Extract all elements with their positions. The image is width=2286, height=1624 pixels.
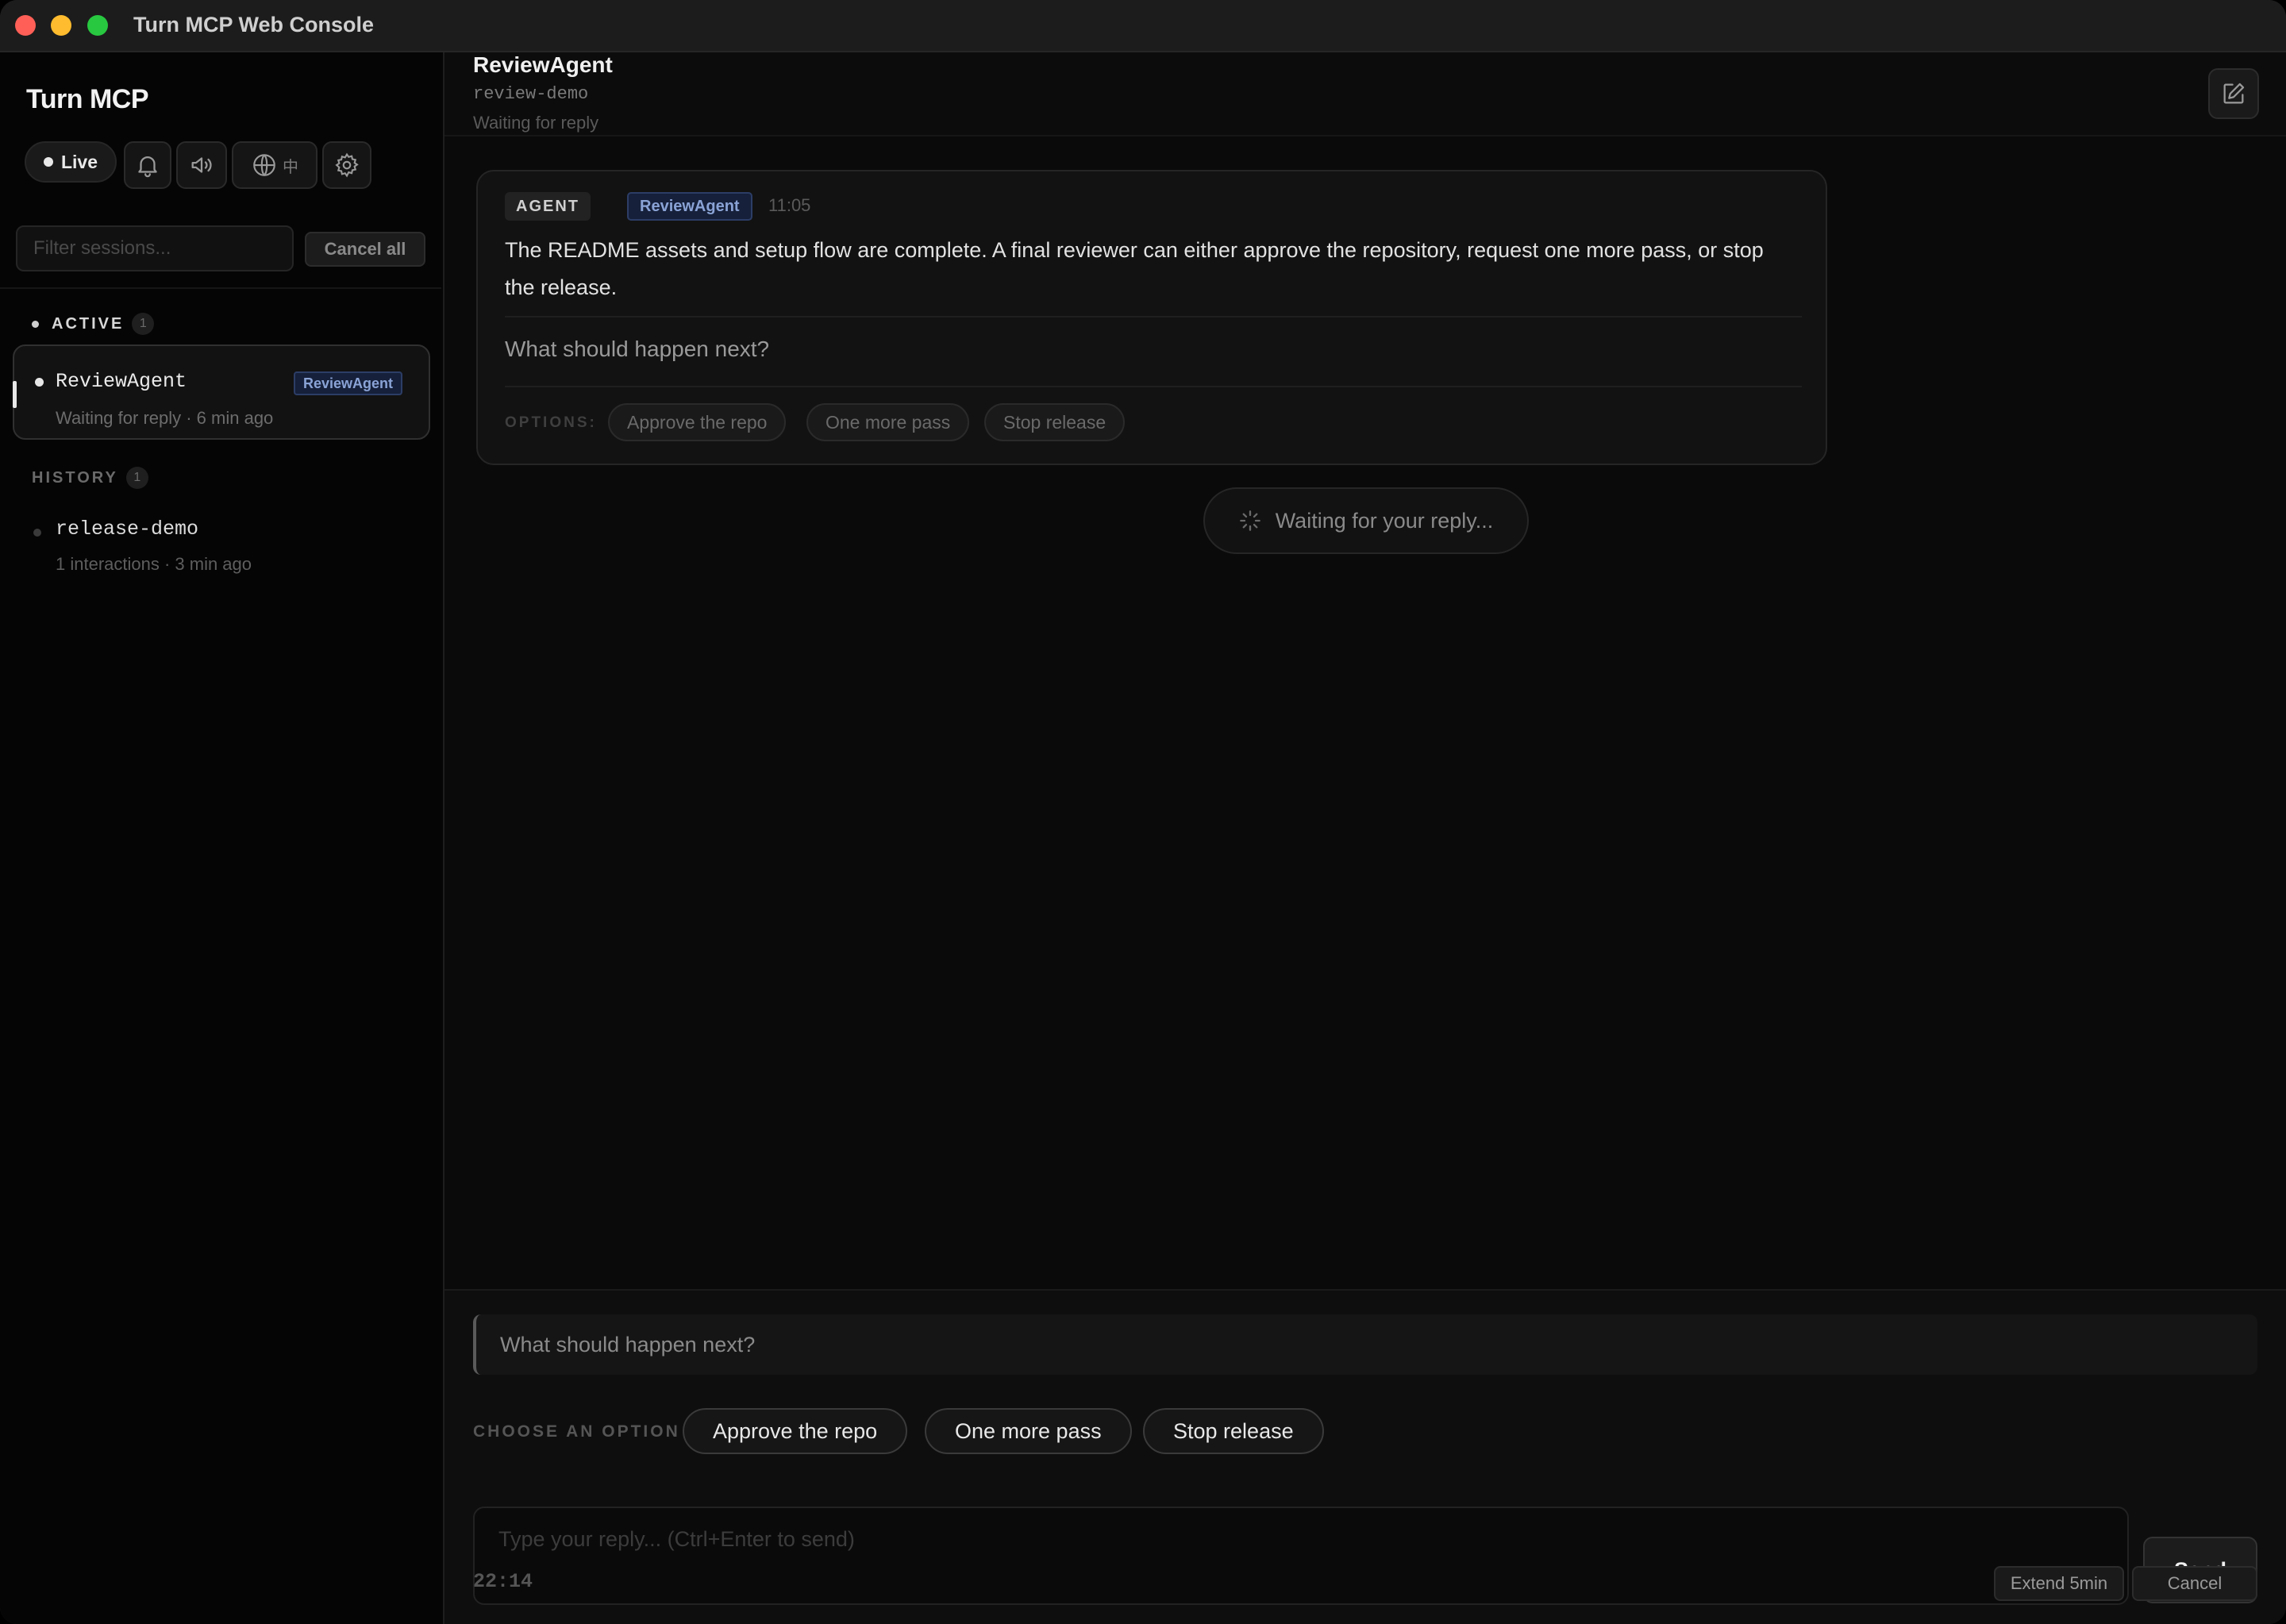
gear-icon xyxy=(335,152,359,178)
conversation-header: ReviewAgent review-demo Waiting for repl… xyxy=(444,52,2286,137)
main-panel: ReviewAgent review-demo Waiting for repl… xyxy=(444,52,2286,1624)
bell-icon xyxy=(138,156,157,178)
window-title: Turn MCP Web Console xyxy=(133,13,375,37)
reply-textarea[interactable] xyxy=(473,1507,2129,1605)
message-divider xyxy=(505,386,1802,387)
language-label: 中 xyxy=(283,158,298,176)
choice-one-more-pass-button[interactable]: One more pass xyxy=(925,1408,1132,1454)
message-divider xyxy=(505,316,1802,317)
history-section-header: HISTORY 1 xyxy=(32,467,148,489)
options-label: OPTIONS: xyxy=(505,414,597,431)
minimize-window-button[interactable] xyxy=(51,15,71,36)
filter-sessions-input[interactable] xyxy=(16,225,294,271)
live-status-label: Live xyxy=(60,151,98,172)
session-agent-tag: ReviewAgent xyxy=(294,371,403,395)
close-window-button[interactable] xyxy=(15,15,36,36)
session-meta: Waiting for reply · 6 min ago xyxy=(56,408,274,428)
speaker-icon xyxy=(191,157,212,173)
message-body: The README assets and setup flow are com… xyxy=(505,238,1764,299)
app-window: Turn MCP Web Console Turn MCP Live 中 Fil… xyxy=(0,0,2286,1624)
option-chip: Stop release xyxy=(984,403,1126,441)
session-meta: 1 interactions · 3 min ago xyxy=(56,554,252,574)
session-status-dot-icon xyxy=(33,529,41,537)
title-bar: Turn MCP Web Console xyxy=(0,0,2286,52)
agent-tag: ReviewAgent xyxy=(627,192,752,221)
session-status-dot-icon xyxy=(35,378,44,387)
prompt-question: What should happen next? xyxy=(473,1314,2257,1375)
cancel-button[interactable]: Cancel xyxy=(2132,1566,2257,1601)
extend-time-button[interactable]: Extend 5min xyxy=(1994,1566,2124,1601)
conversation-title: ReviewAgent xyxy=(473,52,613,77)
sound-button[interactable] xyxy=(176,141,227,189)
active-section-label: ACTIVE xyxy=(52,314,125,333)
option-chip: Approve the repo xyxy=(608,403,787,441)
message-time: 11:05 xyxy=(768,195,811,215)
brand-title: Turn MCP xyxy=(26,84,149,114)
choice-approve-button[interactable]: Approve the repo xyxy=(683,1408,908,1454)
notifications-button[interactable] xyxy=(124,141,171,189)
active-dot-icon xyxy=(32,320,39,328)
choice-stop-release-button[interactable]: Stop release xyxy=(1143,1408,1324,1454)
session-name: ReviewAgent xyxy=(56,370,187,393)
globe-icon xyxy=(253,154,275,176)
language-button[interactable]: 中 xyxy=(232,141,318,189)
cancel-all-button[interactable]: Cancel all xyxy=(305,232,425,267)
session-item-reviewagent[interactable]: ReviewAgent ReviewAgent Waiting for repl… xyxy=(13,344,430,440)
role-badge: AGENT xyxy=(505,192,591,221)
choose-option-label: CHOOSE AN OPTION xyxy=(473,1422,680,1441)
session-name: release-demo xyxy=(56,518,199,541)
option-chip: One more pass xyxy=(806,403,970,441)
edit-button[interactable] xyxy=(2208,68,2259,119)
settings-button[interactable] xyxy=(322,141,371,189)
history-section-label: HISTORY xyxy=(32,468,118,487)
sidebar-divider xyxy=(0,287,441,289)
message-question: What should happen next? xyxy=(505,337,770,361)
active-count-badge: 1 xyxy=(132,313,155,335)
sidebar: Turn MCP Live 中 Ca xyxy=(0,52,444,1624)
zoom-window-button[interactable] xyxy=(87,15,108,36)
spinner-icon xyxy=(1239,510,1260,531)
session-id: review-demo xyxy=(473,84,589,104)
edit-icon xyxy=(2223,83,2245,104)
waiting-text: Waiting for your reply... xyxy=(1275,508,1494,533)
active-section-header: ACTIVE 1 xyxy=(32,313,155,335)
waiting-indicator: Waiting for your reply... xyxy=(1203,487,1529,554)
selected-indicator xyxy=(13,381,17,408)
agent-message-card: AGENT ReviewAgent 11:05 The README asset… xyxy=(476,170,1827,465)
countdown-timer: 22:14 xyxy=(473,1570,533,1593)
conversation-status: Waiting for reply xyxy=(473,113,599,133)
history-count-badge: 1 xyxy=(125,467,148,489)
live-dot-icon xyxy=(43,157,53,167)
live-status-badge: Live xyxy=(25,141,117,183)
